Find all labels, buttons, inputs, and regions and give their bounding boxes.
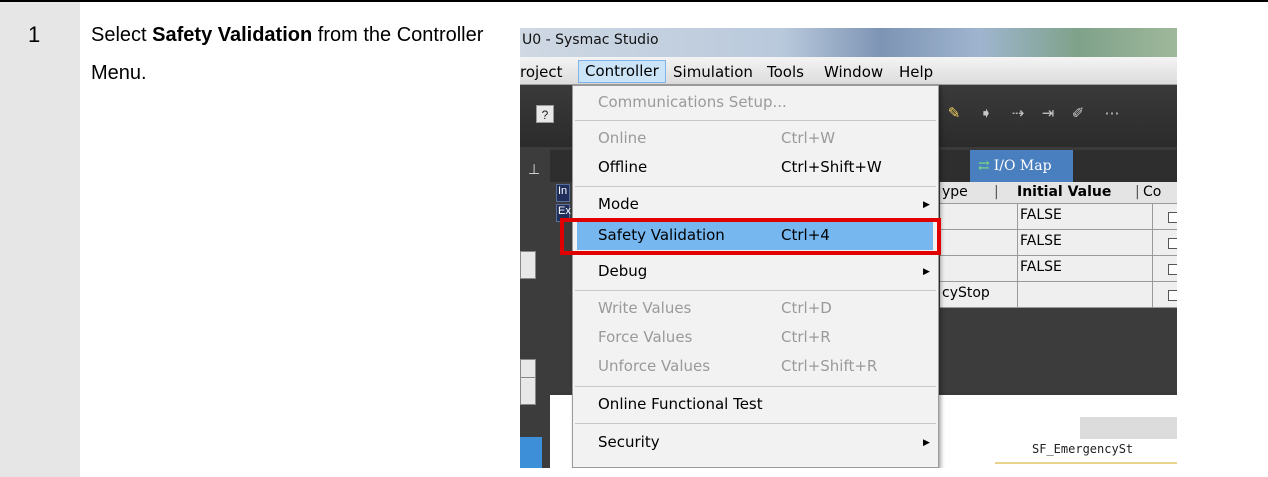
menu-separator — [575, 120, 936, 121]
cell-type: cyStop — [940, 282, 1018, 307]
title-bar: U0 - Sysmac Studio — [520, 28, 1177, 57]
menu-item-label: Online — [598, 129, 647, 147]
controller-menu: Communications Setup... Online Ctrl+W Off… — [572, 85, 939, 468]
step-number: 1 — [28, 22, 41, 47]
tab-io-map-label: I/O Map — [993, 158, 1052, 174]
step-over-icon[interactable]: ⇢ — [1008, 105, 1028, 123]
cell-initial-value[interactable]: FALSE — [1018, 256, 1153, 281]
code-block — [1080, 417, 1177, 439]
menu-item-label: Offline — [598, 158, 648, 176]
table-row[interactable]: FALSE — [940, 256, 1177, 282]
left-panel-button[interactable] — [520, 377, 536, 405]
menu-item-label: Mode — [598, 195, 639, 213]
left-panel: ⊥ — [520, 147, 550, 468]
cell-type — [940, 256, 1018, 281]
table-row[interactable]: FALSE — [940, 204, 1177, 230]
menu-item-offline[interactable]: Offline Ctrl+Shift+W — [573, 153, 938, 182]
step-out-icon[interactable]: ⇥ — [1038, 105, 1058, 123]
menu-simulation[interactable]: Simulation — [673, 62, 753, 82]
menu-project[interactable]: roject — [520, 62, 563, 82]
io-map-icon: ⇄ — [978, 158, 990, 174]
menu-item-debug[interactable]: Debug ▶ — [573, 257, 938, 286]
menu-window[interactable]: Window — [824, 62, 883, 82]
menu-item-label: Online Functional Test — [598, 395, 763, 413]
header-type[interactable]: ype — [942, 184, 968, 200]
menu-item-write-values[interactable]: Write Values Ctrl+D — [573, 294, 938, 323]
menu-item-label: Security — [598, 433, 660, 451]
pin-icon[interactable]: ⊥ — [528, 161, 540, 178]
row-checkbox[interactable] — [1168, 290, 1177, 301]
menu-separator — [575, 423, 936, 424]
menu-item-label: Debug — [598, 262, 648, 280]
more-icon[interactable]: ⋯ — [1102, 105, 1122, 123]
header-divider: | — [1135, 184, 1140, 200]
screenshot: U0 - Sysmac Studio roject Controller Sim… — [520, 28, 1177, 468]
menu-item-online[interactable]: Online Ctrl+W — [573, 124, 938, 153]
cell-initial-value[interactable]: FALSE — [1018, 230, 1153, 255]
row-checkbox[interactable] — [1168, 264, 1177, 275]
menu-tools[interactable]: Tools — [767, 62, 804, 82]
highlight-annotation — [560, 218, 941, 255]
table-row[interactable]: FALSE — [940, 230, 1177, 256]
submenu-arrow-icon: ▶ — [923, 267, 930, 277]
menu-item-label: Force Values — [598, 328, 693, 346]
header-next[interactable]: Co — [1143, 184, 1161, 200]
cell-initial-value[interactable] — [1018, 282, 1153, 307]
left-panel-button[interactable] — [520, 251, 536, 279]
tab-io-map[interactable]: ⇄ I/O Map — [970, 150, 1073, 182]
menu-item-label: Unforce Values — [598, 357, 711, 375]
code-connector — [995, 462, 1177, 464]
grid-header: ype | Initial Value | Co — [940, 182, 1177, 204]
cell-type — [940, 204, 1018, 229]
menu-separator — [575, 186, 936, 187]
menu-bar: roject Controller Simulation Tools Windo… — [520, 57, 1177, 85]
menu-item-communications-setup[interactable]: Communications Setup... — [573, 88, 938, 117]
instruction-prefix: Select — [91, 24, 153, 46]
menu-item-online-functional-test[interactable]: Online Functional Test — [573, 390, 938, 419]
left-panel-selected[interactable] — [520, 437, 542, 468]
menu-item-label: Write Values — [598, 299, 692, 317]
menu-separator — [575, 290, 936, 291]
header-initial-value[interactable]: Initial Value — [1017, 184, 1111, 200]
row-checkbox[interactable] — [1168, 212, 1177, 223]
function-block-label: SF_EmergencySt — [1032, 442, 1134, 456]
instruction-bold: Safety Validation — [152, 24, 313, 46]
row-checkbox[interactable] — [1168, 238, 1177, 249]
menu-item-shortcut: Ctrl+Shift+R — [781, 357, 878, 375]
cell-initial-value[interactable]: FALSE — [1018, 204, 1153, 229]
step-in-icon[interactable]: ➧ — [976, 105, 996, 123]
step-column: 1 — [0, 2, 80, 477]
step-instruction: Select Safety Validation from the Contro… — [91, 16, 491, 92]
submenu-arrow-icon: ▶ — [923, 200, 930, 210]
menu-help[interactable]: Help — [899, 62, 933, 82]
menu-item-label: Communications Setup... — [598, 93, 787, 111]
menu-separator — [575, 386, 936, 387]
top-rule — [0, 0, 1268, 2]
help-icon[interactable]: ? — [536, 105, 554, 123]
window-title: U0 - Sysmac Studio — [522, 32, 659, 48]
menu-item-shortcut: Ctrl+W — [781, 129, 836, 147]
table-row[interactable]: cyStop — [940, 282, 1177, 308]
edit-icon[interactable]: ✐ — [1068, 105, 1088, 123]
header-divider: | — [994, 184, 999, 200]
row-marker[interactable]: In — [556, 184, 570, 202]
menu-item-shortcut: Ctrl+R — [781, 328, 831, 346]
menu-item-security[interactable]: Security ▶ — [573, 428, 938, 457]
menu-item-force-values[interactable]: Force Values Ctrl+R — [573, 323, 938, 352]
menu-item-shortcut: Ctrl+Shift+W — [781, 158, 882, 176]
submenu-arrow-icon: ▶ — [923, 438, 930, 448]
menu-item-mode[interactable]: Mode ▶ — [573, 190, 938, 219]
menu-item-shortcut: Ctrl+D — [781, 299, 832, 317]
cell-type — [940, 230, 1018, 255]
wand-icon[interactable]: ✎ — [944, 105, 964, 123]
menu-item-unforce-values[interactable]: Unforce Values Ctrl+Shift+R — [573, 352, 938, 381]
menu-controller[interactable]: Controller — [578, 60, 666, 83]
